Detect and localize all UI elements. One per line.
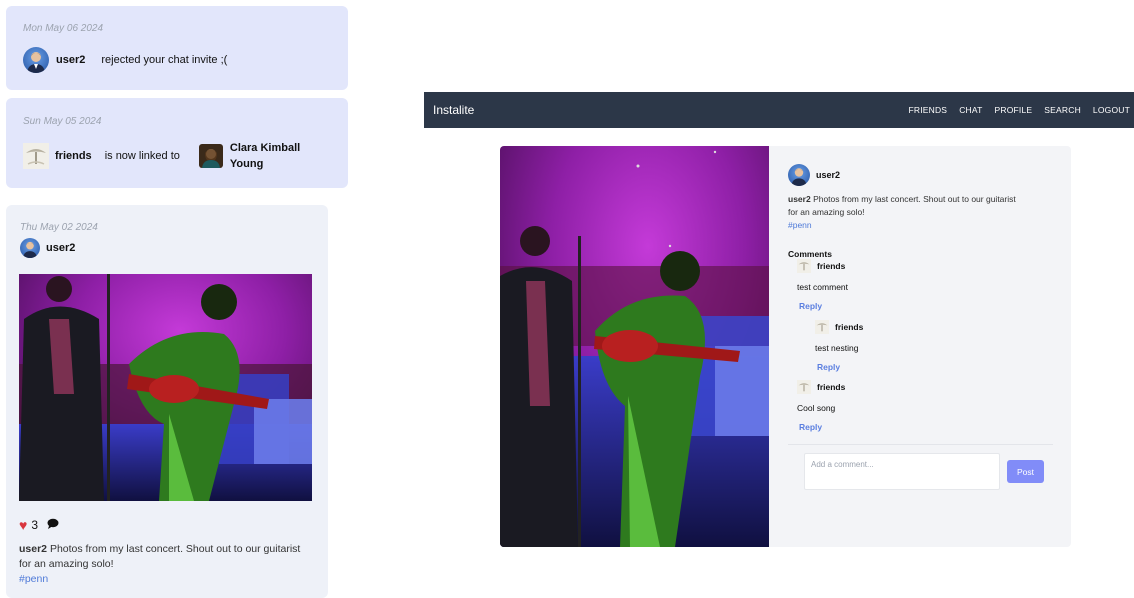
- post-comment-button[interactable]: Post: [1007, 460, 1044, 483]
- avatar[interactable]: [815, 320, 829, 334]
- post-author[interactable]: user2: [816, 170, 840, 180]
- comments-heading: Comments: [788, 249, 832, 259]
- nav-search[interactable]: SEARCH: [1044, 105, 1081, 115]
- heart-icon[interactable]: ♥: [19, 518, 27, 532]
- comment: friends test comment Reply friends test …: [797, 259, 1058, 373]
- comment-author[interactable]: friends: [817, 382, 845, 392]
- post-hashtag[interactable]: #penn: [788, 220, 812, 230]
- nested-comment: friends test nesting Reply: [815, 320, 1058, 373]
- feed-post-card: Thu May 02 2024 user2 ♥ 3 user2 Photos f…: [6, 205, 328, 598]
- notification-card: Sun May 05 2024 friends is now linked to…: [6, 98, 348, 188]
- linked-actor-avatar[interactable]: [198, 144, 223, 168]
- post-detail-sidebar: user2 user2 Photos from my last concert.…: [788, 164, 1058, 433]
- nav-chat[interactable]: CHAT: [959, 105, 982, 115]
- reply-button[interactable]: Reply: [817, 362, 840, 372]
- avatar[interactable]: [23, 143, 49, 169]
- comment-text: Cool song: [797, 403, 836, 413]
- post-date: Thu May 02 2024: [20, 222, 98, 233]
- reply-button[interactable]: Reply: [799, 422, 822, 432]
- post-hashtag[interactable]: #penn: [19, 573, 48, 585]
- post-caption: user2 Photos from my last concert. Shout…: [788, 194, 1016, 230]
- comment-input[interactable]: [804, 453, 1000, 490]
- post-detail-card: user2 user2 Photos from my last concert.…: [500, 146, 1071, 547]
- comment-author[interactable]: friends: [817, 261, 845, 271]
- post-caption: user2 Photos from my last concert. Shout…: [19, 543, 301, 585]
- notification-text: rejected your chat invite ;(: [101, 54, 228, 66]
- avatar[interactable]: [797, 380, 811, 394]
- nav-profile[interactable]: PROFILE: [995, 105, 1033, 115]
- nav-friends[interactable]: FRIENDS: [908, 105, 947, 115]
- comment-text: test nesting: [815, 343, 859, 353]
- post-author[interactable]: user2: [46, 242, 75, 254]
- nav-links: FRIENDS CHAT PROFILE SEARCH LOGOUT: [908, 105, 1130, 115]
- post-detail-photo[interactable]: [500, 146, 769, 547]
- notification-username[interactable]: user2: [56, 54, 85, 66]
- avatar[interactable]: [20, 238, 40, 258]
- reply-button[interactable]: Reply: [799, 301, 822, 311]
- notification-date: Mon May 06 2024: [23, 23, 104, 34]
- avatar[interactable]: [23, 47, 49, 73]
- notification-username[interactable]: friends: [55, 150, 92, 162]
- brand-logo[interactable]: Instalite: [433, 103, 474, 117]
- divider: [788, 444, 1053, 445]
- notification-text: is now linked to: [104, 150, 180, 162]
- comment: friends Cool song Reply: [797, 380, 1058, 433]
- post-photo[interactable]: [19, 274, 312, 501]
- comment-text: test comment: [797, 282, 849, 292]
- like-count: 3: [31, 518, 38, 532]
- avatar[interactable]: [797, 259, 811, 273]
- notification-card: Mon May 06 2024 user2 rejected your chat…: [6, 6, 348, 90]
- nav-logout[interactable]: LOGOUT: [1093, 105, 1130, 115]
- linked-actor-name[interactable]: Clara Kimball Young: [230, 140, 300, 172]
- comment-icon[interactable]: [47, 518, 59, 532]
- top-navbar: Instalite FRIENDS CHAT PROFILE SEARCH LO…: [424, 92, 1134, 128]
- avatar[interactable]: [788, 164, 810, 186]
- notification-date: Sun May 05 2024: [23, 116, 102, 127]
- comment-author[interactable]: friends: [835, 322, 863, 332]
